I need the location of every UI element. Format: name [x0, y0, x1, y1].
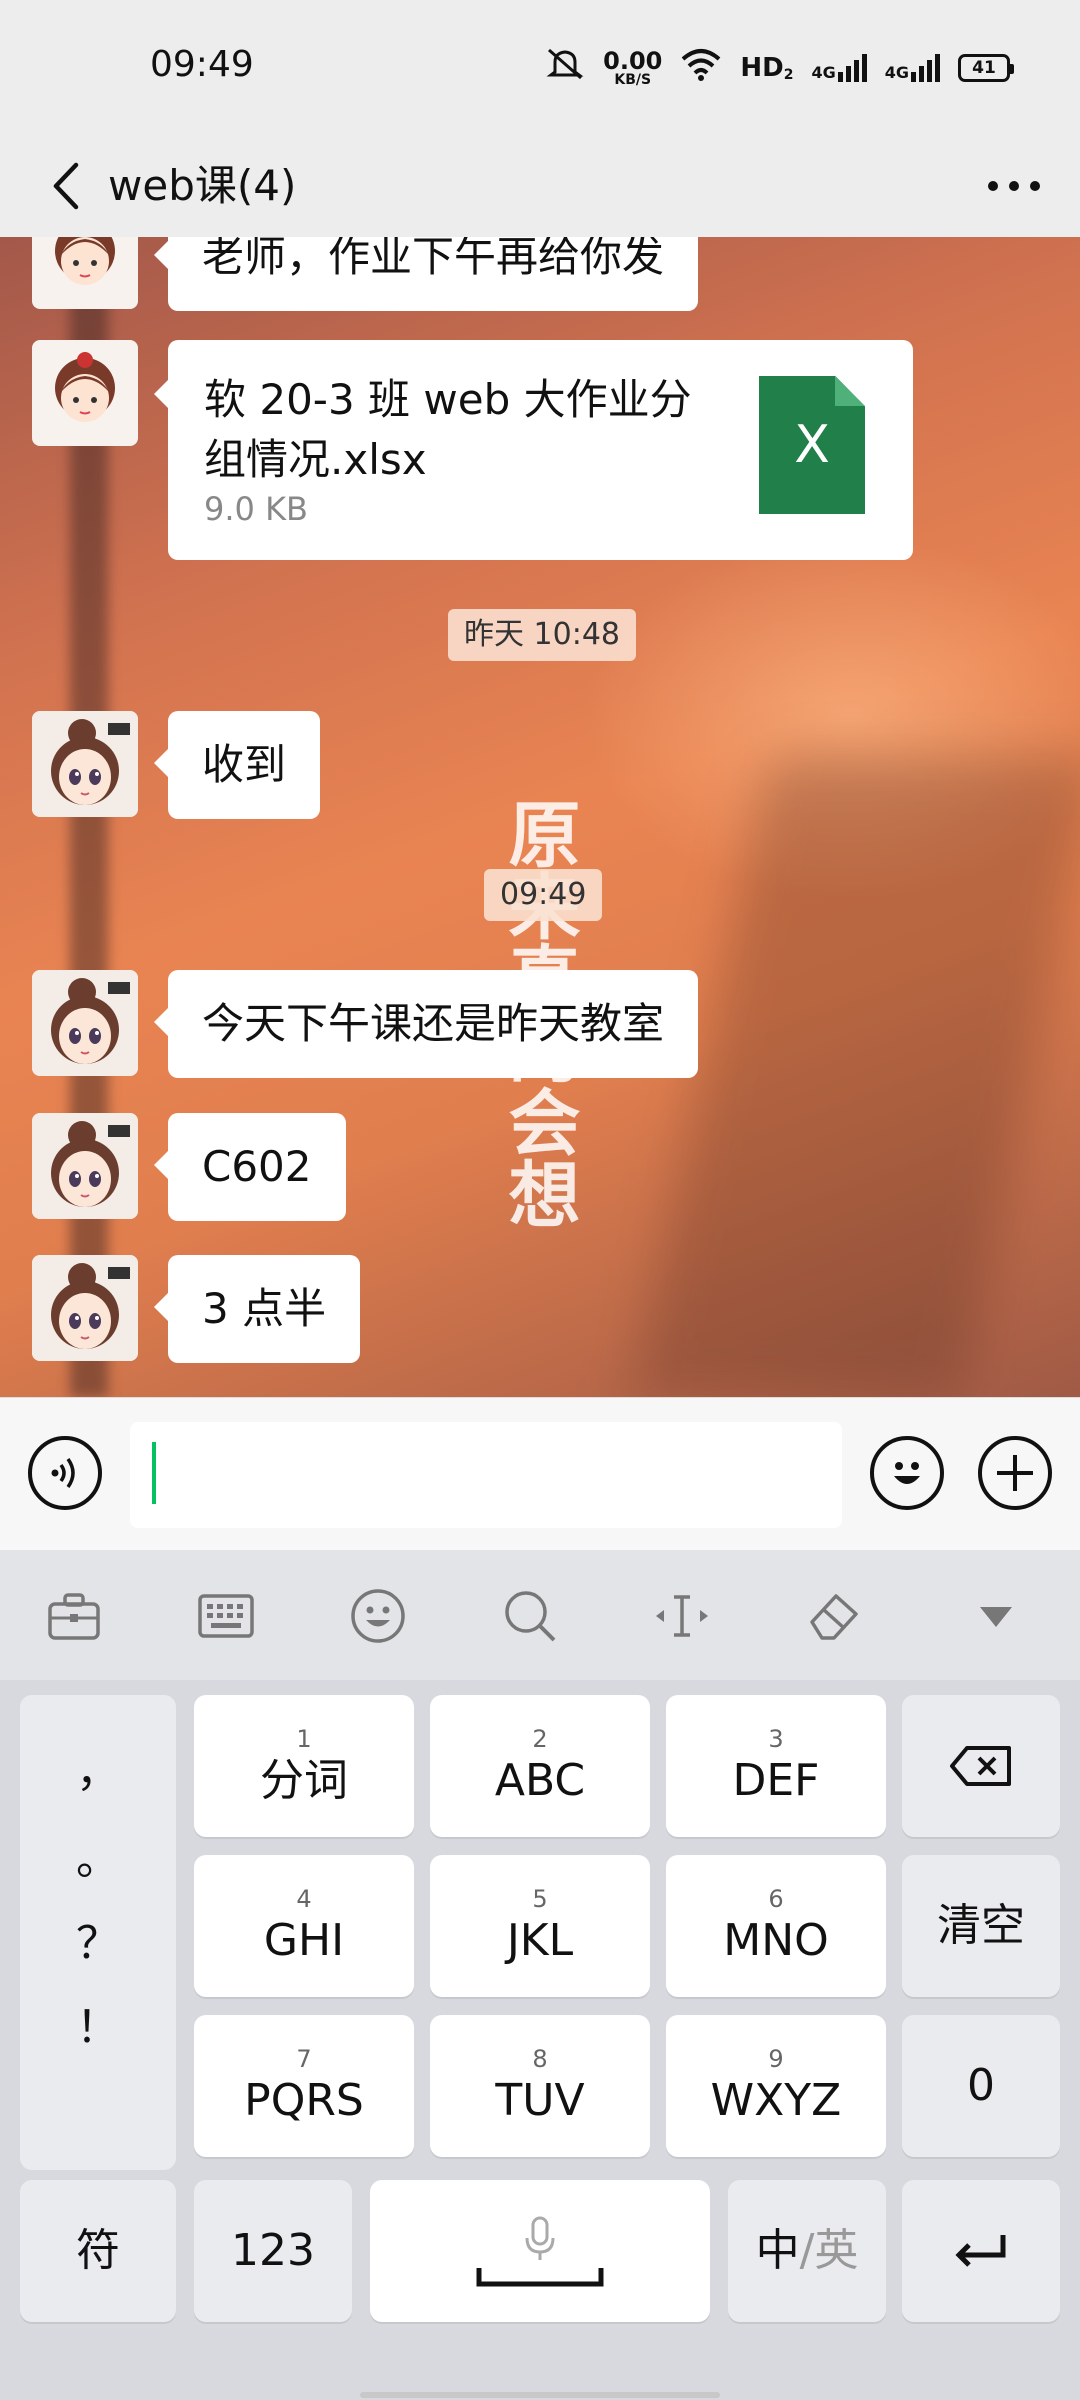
space-bar-icon [476, 2268, 604, 2287]
keyboard-toolbar [0, 1550, 1080, 1680]
key-6-mno[interactable]: 6 MNO [666, 1855, 886, 1997]
avatar[interactable] [32, 711, 138, 817]
chat-title: web课(4) [108, 161, 297, 210]
file-message[interactable]: 软 20-3 班 web 大作业分 组情况.xlsx 9.0 KB X [154, 340, 913, 560]
chat-header: web课(4) [0, 135, 1080, 237]
collapse-keyboard-button[interactable] [964, 1584, 1028, 1648]
more-dots-icon [988, 181, 1040, 191]
cursor-move-button[interactable] [650, 1584, 714, 1648]
message-row: C602 [32, 1113, 346, 1221]
punct-period-key[interactable]: 。 [20, 1823, 176, 1887]
emoji-icon [351, 1589, 405, 1643]
input-bar [0, 1397, 1080, 1550]
key-5-jkl[interactable]: 5 JKL [430, 1855, 650, 1997]
number-mode-key[interactable]: 123 [194, 2180, 352, 2322]
message-input[interactable] [130, 1422, 842, 1528]
avatar[interactable] [32, 1255, 138, 1361]
clear-key[interactable]: 清空 [902, 1855, 1060, 1997]
key-7-pqrs[interactable]: 7 PQRS [194, 2015, 414, 2157]
keyboard-icon [198, 1594, 254, 1638]
message-bubble[interactable]: C602 [154, 1113, 346, 1221]
punct-comma-key[interactable]: ， [20, 1735, 176, 1799]
avatar[interactable] [32, 970, 138, 1076]
wallpaper-shadow [631, 757, 1080, 1397]
search-icon [505, 1591, 556, 1642]
space-key[interactable] [370, 2180, 710, 2322]
avatar[interactable] [32, 237, 138, 309]
eraser-button[interactable] [802, 1584, 866, 1648]
more-button[interactable] [974, 151, 1054, 221]
key-0[interactable]: 0 [902, 2015, 1060, 2157]
key-9-wxyz[interactable]: 9 WXYZ [666, 2015, 886, 2157]
voice-icon [51, 1457, 75, 1489]
enter-icon [955, 2235, 1006, 2267]
key-2-abc[interactable]: 2 ABC [430, 1695, 650, 1837]
timestamp: 09:49 [484, 869, 603, 921]
message-bubble[interactable]: 收到 [153, 711, 321, 819]
gesture-bar[interactable] [360, 2392, 720, 2398]
back-button[interactable] [30, 151, 100, 221]
signal-icon: 4G [885, 53, 940, 82]
kb-search-button[interactable] [498, 1584, 562, 1648]
message-row: 3 点半 [32, 1255, 361, 1363]
punctuation-column[interactable]: ， 。 ？ ！ [20, 1695, 176, 2170]
timestamp: 昨天 10:48 [448, 609, 636, 661]
message-row: 今天下午课还是昨天教室 [32, 970, 699, 1078]
symbol-key[interactable]: 符 [20, 2180, 176, 2322]
hd-indicator: HD 2 [740, 52, 794, 83]
status-icons: 0.00 KB/S HD 2 4G 4G 41 [545, 46, 1014, 89]
punct-question-key[interactable]: ？ [20, 1907, 176, 1971]
message-bubble[interactable]: 3 点半 [153, 1255, 361, 1363]
message-row: 收到 [32, 711, 321, 819]
chevron-left-icon [53, 162, 79, 210]
emoji-button[interactable] [870, 1436, 944, 1510]
more-actions-button[interactable] [978, 1436, 1052, 1510]
status-time: 09:49 [150, 44, 254, 85]
plus-icon [997, 1455, 1033, 1491]
chat-message-list[interactable]: 原来真的会想 老师，作业下午再给你发 软 20-3 班 web 大作业分 组情况… [0, 237, 1080, 1397]
excel-file-icon-fold [835, 376, 865, 406]
collapse-icon [980, 1607, 1012, 1627]
backspace-key[interactable] [902, 1695, 1060, 1837]
toolbox-button[interactable] [42, 1584, 106, 1648]
punct-exclaim-key[interactable]: ！ [20, 1991, 176, 2055]
message-row: 老师，作业下午再给你发 [32, 237, 699, 311]
enter-key[interactable] [902, 2180, 1060, 2322]
text-caret [152, 1442, 156, 1504]
language-toggle-key[interactable]: 中/英 [728, 2180, 886, 2322]
key-4-ghi[interactable]: 4 GHI [194, 1855, 414, 1997]
key-1-fenci[interactable]: 1 分词 [194, 1695, 414, 1837]
kb-emoji-button[interactable] [346, 1584, 410, 1648]
avatar[interactable] [32, 340, 138, 446]
emoji-icon [894, 1462, 920, 1484]
voice-button[interactable] [28, 1436, 102, 1510]
avatar[interactable] [32, 1113, 138, 1219]
toolbox-icon [48, 1593, 100, 1640]
key-3-def[interactable]: 3 DEF [666, 1695, 886, 1837]
file-size: 9.0 KB [204, 490, 308, 528]
keyboard: ， 。 ？ ！ 1 分词 2 ABC 3 DEF 4 GHI 5 JKL 6 MNO 清空 … [0, 1550, 1080, 2400]
wifi-icon [680, 47, 722, 88]
backspace-icon [950, 1746, 1011, 1786]
keyboard-switch-button[interactable] [194, 1584, 258, 1648]
signal-icon: 4G [811, 53, 867, 82]
mute-icon [545, 46, 585, 89]
eraser-icon [810, 1594, 858, 1640]
key-8-tuv[interactable]: 8 TUV [430, 2015, 650, 2157]
microphone-icon [525, 2216, 555, 2260]
status-bar: 09:49 0.00 KB/S HD 2 4G 4G 41 [0, 0, 1080, 135]
message-bubble[interactable]: 今天下午课还是昨天教室 [153, 970, 699, 1078]
file-name: 软 20-3 班 web 大作业分 组情况.xlsx [204, 375, 692, 484]
battery-icon: 41 [958, 53, 1014, 82]
message-row: 软 20-3 班 web 大作业分 组情况.xlsx 9.0 KB X [32, 340, 913, 560]
cursor-icon [656, 1595, 708, 1637]
net-speed: 0.00 KB/S [603, 46, 663, 88]
message-bubble[interactable]: 老师，作业下午再给你发 [153, 237, 699, 311]
